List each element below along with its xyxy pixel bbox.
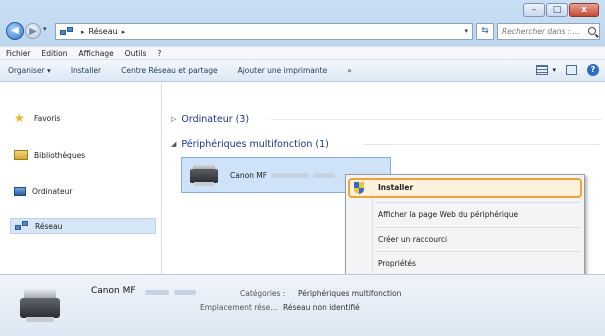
search-placeholder: Rechercher dans : ... xyxy=(502,27,580,36)
network-icon xyxy=(15,221,29,231)
location-value: Réseau non identifié xyxy=(283,303,360,312)
history-dropdown-icon[interactable]: ▾ xyxy=(43,25,47,33)
navigation-row: ◀ ▶ ▾ ▸ Réseau ▸ ▾ ⇆ Rechercher dans : .… xyxy=(0,20,605,44)
network-icon xyxy=(60,26,74,37)
redacted-text xyxy=(145,290,169,295)
menu-item-properties[interactable]: Propriétés xyxy=(378,253,416,275)
menu-separator xyxy=(376,202,580,203)
network-center-button[interactable]: Centre Réseau et partage xyxy=(121,66,218,75)
expand-arrow-icon[interactable]: ▷ xyxy=(171,115,176,123)
details-device-name: Canon MF xyxy=(91,286,136,296)
more-commands-button[interactable]: » xyxy=(347,66,352,75)
add-printer-button[interactable]: Ajouter une imprimante xyxy=(238,66,328,75)
sidebar-item-label: Réseau xyxy=(35,221,63,231)
printer-icon xyxy=(188,163,220,187)
view-options-icon[interactable] xyxy=(536,65,549,75)
group-label: Périphériques multifonction (1) xyxy=(181,138,329,150)
redacted-text xyxy=(271,172,310,178)
install-button[interactable]: Installer xyxy=(71,66,101,75)
redacted-text xyxy=(174,290,196,295)
group-label: Ordinateur (3) xyxy=(181,113,250,125)
back-arrow-icon: ◀ xyxy=(11,25,19,36)
minimize-icon: – xyxy=(531,5,537,15)
category-value: Périphériques multifonction xyxy=(298,289,402,298)
minimize-button[interactable]: – xyxy=(523,3,545,17)
toolbar-right: ▾ ? xyxy=(536,64,599,76)
library-icon xyxy=(14,150,28,160)
group-divider xyxy=(363,144,599,145)
menu-bar: Fichier Edition Affichage Outils ? xyxy=(0,46,605,60)
command-toolbar: Organiser ▾ Installer Centre Réseau et p… xyxy=(0,60,605,82)
forward-button[interactable]: ▶ xyxy=(25,23,41,39)
menu-help[interactable]: ? xyxy=(157,49,161,58)
menu-item-install[interactable]: Installer xyxy=(378,177,413,199)
sidebar-item-favorites[interactable]: ★ Favoris xyxy=(14,110,60,126)
maximize-button[interactable]: □ xyxy=(546,3,568,17)
close-icon: x xyxy=(581,5,587,15)
menu-item-open-webpage[interactable]: Afficher la page Web du périphérique xyxy=(378,204,518,226)
sidebar-item-libraries[interactable]: Bibliothèques xyxy=(14,147,85,163)
sidebar-item-network[interactable]: Réseau xyxy=(10,218,156,234)
sidebar-item-label: Bibliothèques xyxy=(34,150,86,160)
menu-edit[interactable]: Edition xyxy=(42,49,68,58)
device-name: Canon MF xyxy=(230,170,268,180)
refresh-button[interactable]: ⇆ xyxy=(476,23,494,40)
printer-icon xyxy=(18,287,64,325)
menu-separator xyxy=(376,251,580,252)
star-icon: ★ xyxy=(14,111,25,125)
view-dropdown-icon[interactable]: ▾ xyxy=(552,66,556,74)
computer-icon xyxy=(14,186,26,196)
help-icon[interactable]: ? xyxy=(587,64,599,76)
context-menu: Installer Afficher la page Web du périph… xyxy=(345,174,585,276)
back-button[interactable]: ◀ xyxy=(6,22,24,40)
breadcrumb-separator-icon[interactable]: ▸ xyxy=(81,28,85,36)
search-input[interactable]: Rechercher dans : ... xyxy=(497,23,600,40)
forward-arrow-icon: ▶ xyxy=(29,26,37,37)
breadcrumb-network[interactable]: Réseau xyxy=(89,27,118,36)
group-header-computers[interactable]: ▷ Ordinateur (3) xyxy=(171,112,601,126)
breadcrumb-separator-icon[interactable]: ▸ xyxy=(122,28,126,36)
window-controls: – □ x xyxy=(522,3,599,17)
redacted-text xyxy=(313,172,336,178)
close-button[interactable]: x xyxy=(569,3,599,17)
address-dropdown-icon[interactable]: ▾ xyxy=(464,27,468,35)
maximize-icon: □ xyxy=(552,5,562,15)
menu-tools[interactable]: Outils xyxy=(125,49,147,58)
category-label: Catégories : xyxy=(240,289,286,298)
group-divider xyxy=(271,119,601,120)
organize-button[interactable]: Organiser ▾ xyxy=(8,66,51,75)
address-bar[interactable]: ▸ Réseau ▸ ▾ xyxy=(55,23,473,40)
menu-view[interactable]: Affichage xyxy=(78,49,113,58)
details-pane: Canon MF Catégories : Périphériques mult… xyxy=(0,274,605,336)
menu-item-create-shortcut[interactable]: Créer un raccourci xyxy=(378,229,447,251)
sidebar-item-label: Favoris xyxy=(34,113,61,123)
sidebar-item-label: Ordinateur xyxy=(32,186,73,196)
location-label: Emplacement rése... xyxy=(200,303,278,312)
search-icon[interactable] xyxy=(588,27,596,35)
shield-icon xyxy=(354,182,365,195)
menu-separator xyxy=(376,227,580,228)
preview-pane-icon[interactable] xyxy=(566,65,577,75)
collapse-arrow-icon[interactable]: ◢ xyxy=(171,140,176,148)
group-header-multifunction[interactable]: ◢ Périphériques multifonction (1) xyxy=(171,137,599,151)
sidebar-item-computer[interactable]: Ordinateur xyxy=(14,183,72,199)
menu-file[interactable]: Fichier xyxy=(6,49,31,58)
navigation-pane: ★ Favoris Bibliothèques Ordinateur Résea… xyxy=(0,83,162,274)
